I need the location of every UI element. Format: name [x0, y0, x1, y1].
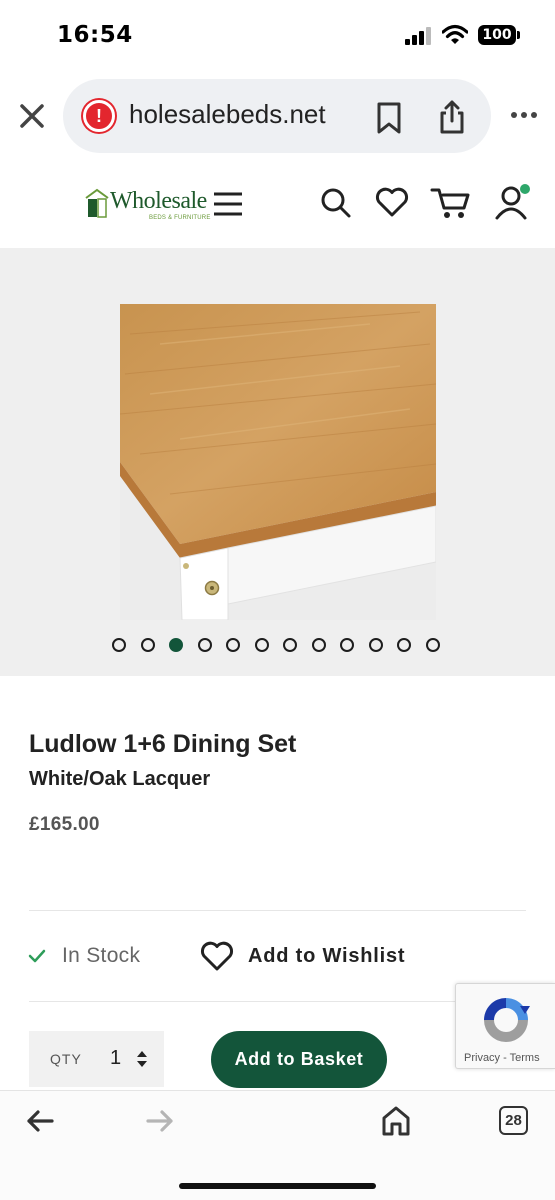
menu-icon[interactable] [212, 190, 244, 218]
qty-label: QTY [50, 1051, 82, 1067]
recaptcha-icon [484, 998, 530, 1042]
address-bar[interactable]: ! holesalebeds.net [63, 79, 491, 153]
quantity-stepper[interactable]: QTY 1 [29, 1031, 164, 1087]
gallery-dot[interactable] [425, 638, 440, 652]
logo-mark-icon [85, 188, 109, 218]
stock-status: In Stock [28, 944, 140, 968]
gallery-dot[interactable] [340, 638, 354, 652]
gallery-dot[interactable] [140, 638, 155, 652]
heart-icon[interactable] [374, 184, 410, 220]
back-arrow-icon[interactable] [26, 1109, 54, 1133]
status-time: 16:54 [57, 22, 133, 48]
logo-tagline: BEDS & FURNITURE [149, 215, 211, 221]
bookmark-icon[interactable] [375, 101, 403, 135]
product-price: £165.00 [29, 814, 100, 835]
logo-wordmark: Wholesale [110, 188, 207, 214]
user-icon[interactable] [494, 182, 534, 222]
product-gallery[interactable] [0, 248, 555, 676]
gallery-dot[interactable] [169, 638, 183, 652]
gallery-dot[interactable] [254, 638, 269, 652]
battery-icon: 100 [478, 25, 516, 45]
gallery-dot[interactable] [368, 638, 383, 652]
tabs-icon[interactable]: 28 [499, 1106, 528, 1135]
gallery-dot[interactable] [226, 638, 240, 652]
site-logo[interactable]: Wholesale BEDS & FURNITURE [85, 186, 215, 222]
divider [29, 1001, 526, 1002]
gallery-dot[interactable] [311, 638, 326, 652]
gallery-dot[interactable] [112, 638, 126, 652]
forward-arrow-icon[interactable] [146, 1109, 174, 1133]
product-image[interactable] [120, 304, 436, 620]
gallery-dot[interactable] [197, 638, 212, 652]
divider [29, 910, 526, 911]
product-variant: White/Oak Lacquer [29, 768, 211, 790]
heart-icon [200, 941, 234, 971]
browser-bottom-bar: 28 [0, 1090, 555, 1200]
site-header: Wholesale BEDS & FURNITURE [0, 170, 555, 240]
product-title: Ludlow 1+6 Dining Set [29, 730, 297, 758]
url-text[interactable]: holesalebeds.net [129, 99, 326, 130]
battery-cap [517, 31, 520, 39]
add-to-wishlist-button[interactable]: Add to Wishlist [200, 940, 405, 972]
qty-value[interactable]: 1 [110, 1047, 121, 1070]
checkmark-icon [28, 949, 46, 963]
more-icon[interactable] [510, 110, 538, 120]
wifi-icon [442, 24, 468, 44]
stock-label: In Stock [62, 944, 141, 967]
browser-url-row: ! holesalebeds.net [0, 76, 555, 156]
close-icon[interactable] [18, 102, 46, 130]
search-icon[interactable] [320, 184, 352, 220]
stepper-arrows-icon[interactable] [136, 1049, 148, 1069]
recaptcha-links[interactable]: Privacy - Terms [464, 1052, 540, 1064]
home-icon[interactable] [381, 1105, 411, 1137]
gallery-dot[interactable] [283, 638, 297, 652]
recaptcha-badge[interactable]: Privacy - Terms [455, 983, 555, 1069]
share-icon[interactable] [437, 99, 467, 135]
warning-icon[interactable]: ! [83, 100, 115, 132]
cellular-signal-icon [405, 27, 431, 45]
status-bar: 16:54 100 [0, 0, 555, 70]
add-to-basket-button[interactable]: Add to Basket [211, 1031, 387, 1088]
wishlist-label: Add to Wishlist [248, 944, 406, 967]
cart-icon[interactable] [430, 184, 472, 222]
home-indicator[interactable] [179, 1183, 376, 1189]
gallery-pagination [112, 638, 440, 654]
gallery-dot[interactable] [397, 638, 411, 652]
